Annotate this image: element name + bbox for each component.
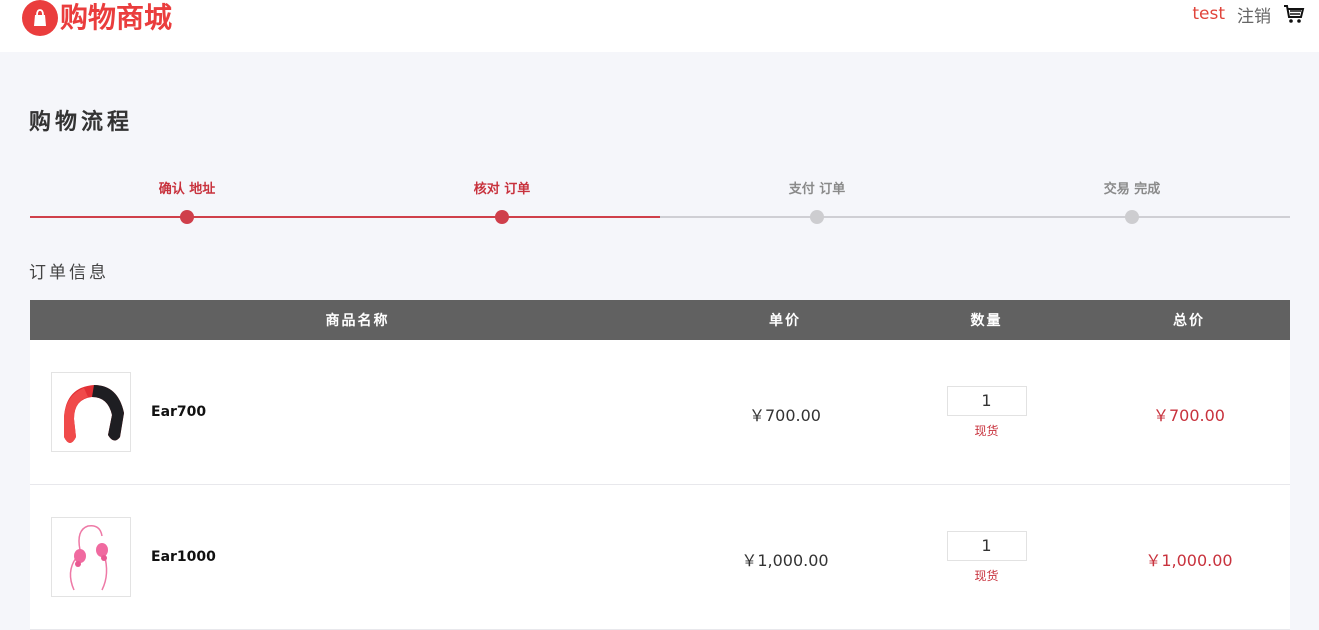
unit-price: ￥700.00 [749,406,821,425]
product-name[interactable]: Ear1000 [151,549,216,565]
product-cell: Ear700 [30,340,685,484]
order-table: 商品名称 单价 数量 总价 Ear700 ￥700.00 现货 ￥700.00 [30,300,1290,630]
quantity-cell: 现货 [885,385,1088,439]
quantity-cell: 现货 [885,530,1088,584]
unit-price: ￥1,000.00 [741,551,829,570]
header-product-name: 商品名称 [325,313,390,329]
shopping-cart-icon[interactable] [1283,3,1305,25]
logo-text: 购物商城 [60,1,173,34]
shopping-bag-icon [22,0,58,36]
username-link[interactable]: test [1192,4,1225,24]
header-quantity: 数量 [970,313,1003,329]
header-user-menu: test 注销 [1192,2,1305,27]
order-info-title: 订单信息 [29,263,109,283]
stock-status: 现货 [974,423,999,438]
step-label: 支付 订单 [788,182,846,197]
step-dot [1125,210,1139,224]
step-label: 交易 完成 [1103,182,1161,197]
step-dot [495,210,509,224]
total-price: ￥700.00 [1153,406,1225,425]
product-cell: Ear1000 [30,485,685,629]
step-pay-order: 支付 订单 [757,180,877,224]
red-headphones-image[interactable] [51,372,131,452]
checkout-progress: 确认 地址 核对 订单 支付 订单 交易 完成 [30,180,1290,230]
step-transaction-complete: 交易 完成 [1072,180,1192,224]
logout-link[interactable]: 注销 [1237,2,1271,27]
table-row: Ear700 ￥700.00 现货 ￥700.00 [30,340,1290,485]
step-check-order: 核对 订单 [442,180,562,224]
step-dot [810,210,824,224]
header-total-price: 总价 [1173,313,1205,329]
header-unit-price: 单价 [769,313,801,329]
pink-earphones-image[interactable] [51,517,131,597]
step-label: 确认 地址 [158,182,216,197]
top-navbar: 购物商城 test 注销 [0,0,1319,52]
step-dot [180,210,194,224]
stock-status: 现货 [974,568,999,583]
step-confirm-address: 确认 地址 [127,180,247,224]
quantity-input[interactable] [946,530,1027,561]
page-title: 购物流程 [29,110,134,135]
total-price: ￥1,000.00 [1145,551,1233,570]
site-logo[interactable]: 购物商城 [22,0,172,36]
progress-line-pending [660,216,1290,218]
table-header: 商品名称 单价 数量 总价 [30,300,1290,340]
table-row: Ear1000 ￥1,000.00 现货 ￥1,000.00 [30,485,1290,630]
step-label: 核对 订单 [473,182,531,197]
quantity-input[interactable] [946,385,1027,416]
progress-line-done [30,216,660,218]
product-name[interactable]: Ear700 [151,404,206,420]
